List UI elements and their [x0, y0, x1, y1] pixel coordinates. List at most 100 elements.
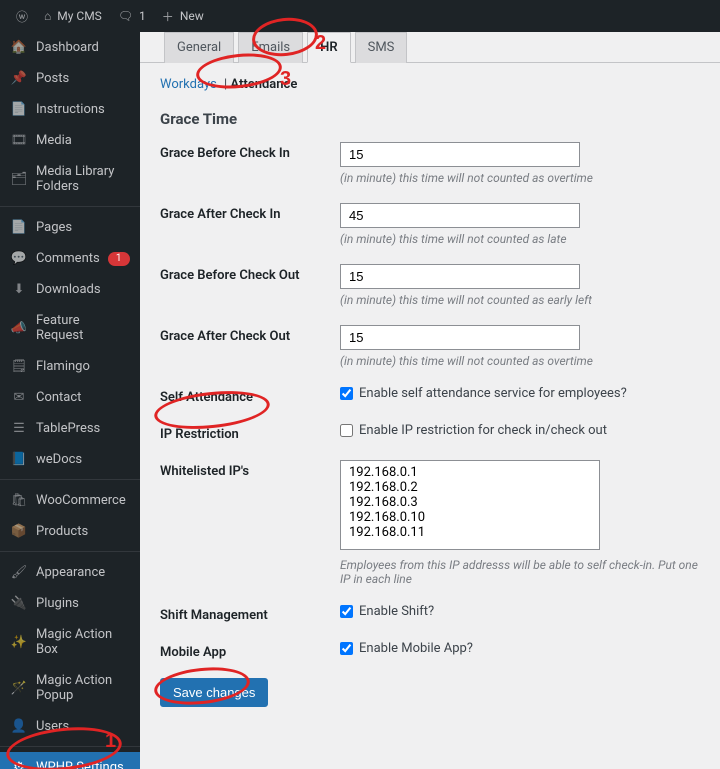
- menu-icon: 📘: [10, 452, 28, 467]
- tab-hr[interactable]: HR: [307, 32, 350, 63]
- new-content-link[interactable]: ＋New: [154, 0, 212, 32]
- checkbox-self-attendance-label: Enable self attendance service for emplo…: [359, 386, 627, 401]
- menu-label: Flamingo: [36, 359, 90, 374]
- menu-icon: 🔌: [10, 596, 28, 611]
- menu-label: Media Library Folders: [36, 164, 130, 194]
- menu-label: Plugins: [36, 596, 79, 611]
- menu-badge: 1: [108, 252, 130, 266]
- tab-general[interactable]: General: [164, 32, 234, 63]
- menu-icon: ⚙: [10, 760, 28, 769]
- menu-icon: 📣: [10, 321, 28, 336]
- admin-bar: ⓦ ⌂My CMS 🗨1 ＋New: [0, 0, 720, 32]
- help-grace-before-checkout: (in minute) this time will not counted a…: [340, 293, 700, 307]
- menu-icon: 🖌: [10, 565, 28, 580]
- help-whitelisted-ips: Employees from this IP addresss will be …: [340, 558, 700, 586]
- menu-label: Products: [36, 524, 88, 539]
- menu-label: Dashboard: [36, 40, 99, 55]
- input-grace-after-checkin[interactable]: [340, 203, 580, 228]
- sidebar-item-instructions[interactable]: 📄Instructions: [0, 94, 140, 125]
- menu-label: Magic Action Popup: [36, 673, 130, 703]
- sidebar-item-posts[interactable]: 📌Posts: [0, 63, 140, 94]
- label-ip-restriction: IP Restriction: [160, 423, 340, 442]
- checkbox-ip-restriction-label: Enable IP restriction for check in/check…: [359, 423, 607, 438]
- input-grace-before-checkout[interactable]: [340, 264, 580, 289]
- menu-label: WPHR Settings: [36, 760, 124, 769]
- menu-icon: 💬: [10, 251, 28, 266]
- menu-icon: 🗂: [10, 172, 28, 187]
- sidebar-item-media[interactable]: 🎞Media: [0, 125, 140, 156]
- menu-icon: ✉: [10, 390, 28, 405]
- checkbox-ip-restriction[interactable]: [340, 424, 353, 437]
- label-mobile-app: Mobile App: [160, 641, 340, 660]
- menu-label: Feature Request: [36, 313, 130, 343]
- sidebar-item-tablepress[interactable]: ☰TablePress: [0, 413, 140, 444]
- sidebar-item-comments[interactable]: 💬 Comments 1: [0, 243, 140, 274]
- input-grace-before-checkin[interactable]: [340, 142, 580, 167]
- menu-label: weDocs: [36, 452, 82, 467]
- sidebar-item-feature-request[interactable]: 📣 Feature Request: [0, 305, 140, 351]
- sidebar-item-magic-action-box[interactable]: ✨Magic Action Box: [0, 619, 140, 665]
- checkbox-mobile-wrap[interactable]: Enable Mobile App?: [340, 641, 700, 656]
- textarea-whitelisted-ips[interactable]: [340, 460, 600, 550]
- menu-icon: 🏠: [10, 40, 28, 55]
- sidebar-item-magic-action-popup[interactable]: 🪄Magic Action Popup: [0, 665, 140, 711]
- input-grace-after-checkout[interactable]: [340, 325, 580, 350]
- save-button[interactable]: Save changes: [160, 678, 268, 707]
- checkbox-shift-management[interactable]: [340, 605, 353, 618]
- site-home-link[interactable]: ⌂My CMS: [36, 0, 110, 32]
- menu-label: Magic Action Box: [36, 627, 130, 657]
- menu-label: Comments: [36, 251, 100, 266]
- menu-icon: 🗒: [10, 359, 28, 374]
- help-grace-after-checkout: (in minute) this time will not counted a…: [340, 354, 700, 368]
- sidebar-item-dashboard[interactable]: 🏠 Dashboard: [0, 32, 140, 63]
- menu-label: Pages: [36, 220, 72, 235]
- menu-label: Instructions: [36, 102, 105, 117]
- label-self-attendance: Self Attendance: [160, 386, 340, 405]
- home-icon: ⌂: [44, 9, 51, 23]
- wordpress-icon: ⓦ: [16, 8, 28, 25]
- checkbox-mobile-label: Enable Mobile App?: [359, 641, 473, 656]
- subtab-attendance[interactable]: Attendance: [230, 77, 297, 92]
- menu-label: Contact: [36, 390, 81, 405]
- admin-comments-link[interactable]: 🗨1: [110, 0, 154, 32]
- checkbox-shift-wrap[interactable]: Enable Shift?: [340, 604, 700, 619]
- sidebar-item-contact[interactable]: ✉ Contact: [0, 382, 140, 413]
- checkbox-mobile-app[interactable]: [340, 642, 353, 655]
- checkbox-ip-restriction-wrap[interactable]: Enable IP restriction for check in/check…: [340, 423, 700, 438]
- menu-icon: 🎞: [10, 133, 28, 148]
- sidebar-item-wedocs[interactable]: 📘 weDocs: [0, 444, 140, 475]
- help-grace-before-checkin: (in minute) this time will not counted a…: [340, 171, 700, 185]
- menu-label: Users: [36, 719, 69, 734]
- admin-sidebar: 🏠Dashboard📌Posts📄Instructions🎞Media🗂Medi…: [0, 32, 140, 769]
- sidebar-item-woocommerce[interactable]: 🛍WooCommerce: [0, 485, 140, 516]
- tab-emails[interactable]: Emails: [238, 32, 303, 63]
- sidebar-item-pages[interactable]: 📄 Pages: [0, 212, 140, 243]
- checkbox-self-attendance[interactable]: [340, 387, 353, 400]
- sidebar-item-products[interactable]: 📦Products: [0, 516, 140, 547]
- menu-label: WooCommerce: [36, 493, 126, 508]
- sidebar-item-plugins[interactable]: 🔌 Plugins: [0, 588, 140, 619]
- menu-icon: ⬇: [10, 282, 28, 297]
- help-grace-after-checkin: (in minute) this time will not counted a…: [340, 232, 700, 246]
- label-grace-before-checkin: Grace Before Check In: [160, 142, 340, 161]
- wp-logo[interactable]: ⓦ: [8, 0, 36, 32]
- sub-tabs: Workdays | Attendance: [160, 71, 700, 96]
- sidebar-item-flamingo[interactable]: 🗒 Flamingo: [0, 351, 140, 382]
- sidebar-item-appearance[interactable]: 🖌Appearance: [0, 557, 140, 588]
- sidebar-item-media-library-folders[interactable]: 🗂 Media Library Folders: [0, 156, 140, 202]
- subtab-workdays[interactable]: Workdays: [160, 77, 217, 92]
- label-grace-after-checkin: Grace After Check In: [160, 203, 340, 222]
- label-whitelisted-ips: Whitelisted IP's: [160, 460, 340, 479]
- checkbox-shift-label: Enable Shift?: [359, 604, 434, 619]
- sidebar-item-downloads[interactable]: ⬇Downloads: [0, 274, 140, 305]
- label-grace-before-checkout: Grace Before Check Out: [160, 264, 340, 283]
- sidebar-item-users[interactable]: 👤Users: [0, 711, 140, 742]
- menu-icon: 📄: [10, 220, 28, 235]
- new-label: New: [180, 9, 204, 23]
- sidebar-item-wphr-settings[interactable]: ⚙ WPHR Settings: [0, 752, 140, 769]
- tab-sms[interactable]: SMS: [355, 32, 408, 63]
- label-shift-management: Shift Management: [160, 604, 340, 623]
- top-tabs: GeneralEmailsHRSMS: [140, 32, 720, 63]
- label-grace-after-checkout: Grace After Check Out: [160, 325, 340, 344]
- checkbox-self-attendance-wrap[interactable]: Enable self attendance service for emplo…: [340, 386, 700, 401]
